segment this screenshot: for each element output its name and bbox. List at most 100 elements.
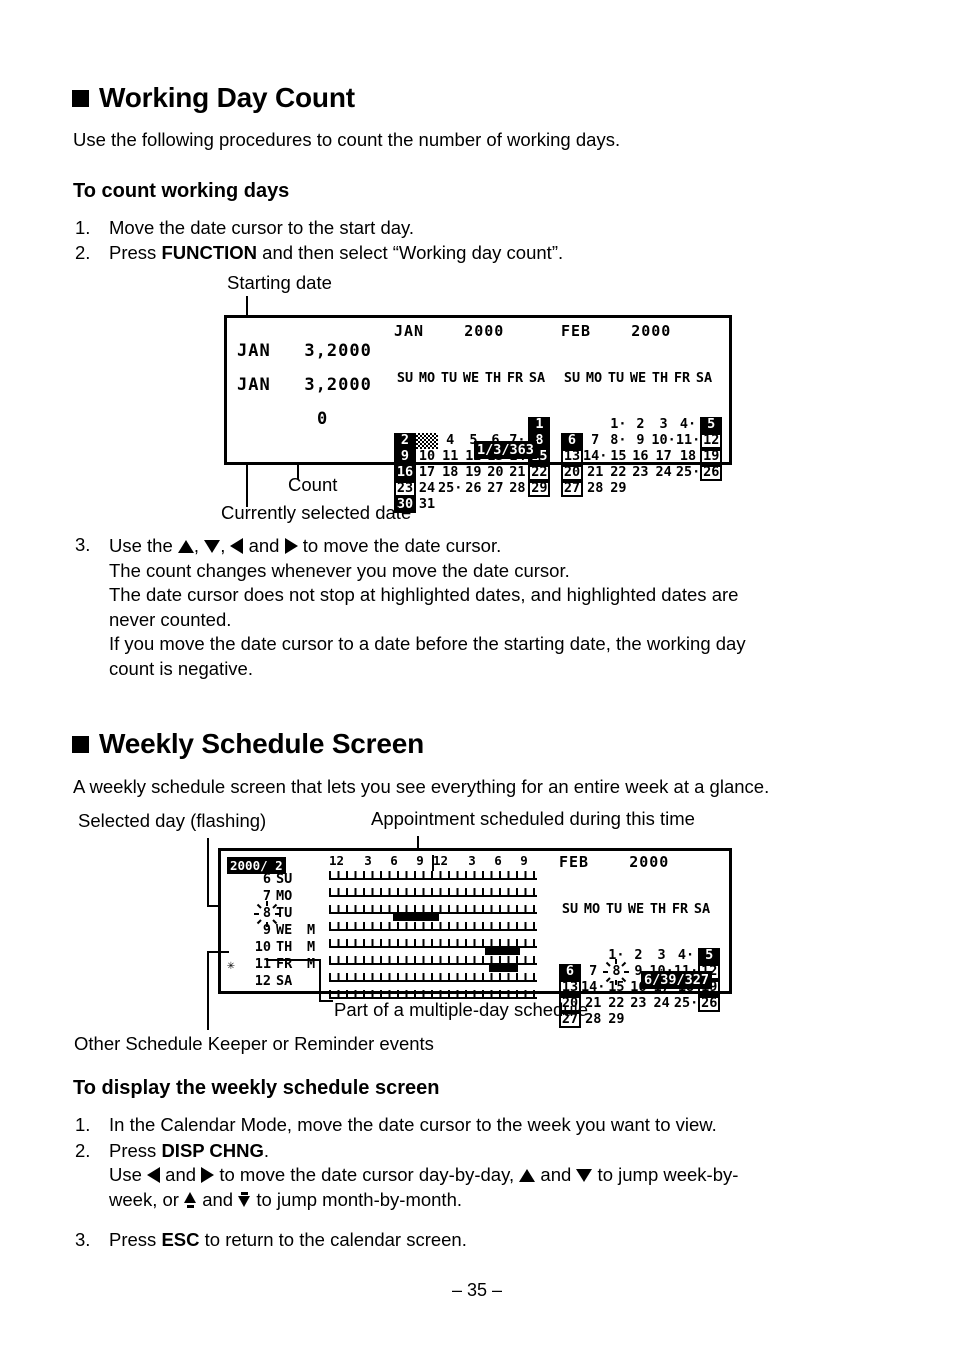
calendar-day-4[interactable]: 4· xyxy=(676,417,700,433)
calendar-day-29[interactable]: 29 xyxy=(607,481,629,497)
calendar-day-23[interactable]: 23 xyxy=(394,481,416,497)
calendar-day-5[interactable]: 5 xyxy=(700,417,723,433)
lcd2-schedule-row[interactable] xyxy=(329,973,537,990)
calendar-day-2[interactable]: 2 xyxy=(629,417,651,433)
section1-intro: Use the following procedures to count th… xyxy=(73,129,621,150)
calendar-day-22[interactable]: 22 xyxy=(528,465,551,481)
lcd2-day-row[interactable]: 7 MO xyxy=(227,888,327,905)
calendar-day-19[interactable]: 19 xyxy=(462,465,484,481)
lcd2-day-row[interactable]: 6 SU xyxy=(227,871,327,888)
calendar-day-25[interactable]: 25· xyxy=(438,481,462,497)
lcd2-day-row[interactable]: 10 TH M xyxy=(227,939,327,956)
calendar-day-1[interactable]: 1· xyxy=(605,948,627,964)
calendar-day-16[interactable]: 16 xyxy=(629,449,651,465)
callout-appointment: Appointment scheduled during this time xyxy=(371,808,695,829)
calendar-day-21[interactable]: 21 xyxy=(583,465,607,481)
lcd1-count-value: 0 xyxy=(317,409,328,429)
calendar-day-empty xyxy=(649,1012,673,1028)
calendar-day-17[interactable]: 17 xyxy=(416,465,438,481)
calendar-day-1[interactable]: 1 xyxy=(528,417,551,433)
calendar-day-14[interactable]: 14· xyxy=(583,449,607,465)
calendar-day-3[interactable]: 3 xyxy=(651,417,675,433)
calendar-day-18[interactable]: 18 xyxy=(438,465,462,481)
calendar-day-13[interactable]: 13 xyxy=(561,449,583,465)
calendar-day-2[interactable]: 2 xyxy=(627,948,649,964)
calendar-day-21[interactable]: 21 xyxy=(506,465,528,481)
calendar-day-22[interactable]: 22 xyxy=(607,465,629,481)
calendar-day-26[interactable]: 26 xyxy=(462,481,484,497)
calendar-day-11[interactable]: 11 xyxy=(438,449,462,465)
calendar-day-15[interactable]: 15 xyxy=(605,980,627,996)
calendar-day-26[interactable]: 26 xyxy=(698,996,721,1012)
lcd2-schedule-row[interactable] xyxy=(329,956,537,973)
leader-line-selected-day-vertical xyxy=(207,838,209,906)
calendar-day-22[interactable]: 22 xyxy=(605,996,627,1012)
lcd2-schedule-row[interactable] xyxy=(329,905,537,922)
calendar-day-25[interactable]: 25· xyxy=(676,465,700,481)
calendar-day-24[interactable]: 24 xyxy=(651,465,675,481)
calendar-day-7[interactable]: 7 xyxy=(581,964,605,980)
calendar-day-1[interactable]: 1· xyxy=(607,417,629,433)
lcd2-schedule-row[interactable] xyxy=(329,922,537,939)
calendar-day-20[interactable]: 20 xyxy=(484,465,506,481)
calendar-day-10[interactable]: 10· xyxy=(651,433,675,449)
lcd2-schedule-row[interactable] xyxy=(329,888,537,905)
step-item: 3. Press ESC to return to the calendar s… xyxy=(75,1228,905,1253)
lcd2-day-row[interactable]: 12 SA xyxy=(227,973,327,990)
calendar-week-row: 1· 2 3 4· 5 xyxy=(559,948,721,964)
calendar-day-6[interactable]: 6 xyxy=(559,964,581,980)
lcd2-tick-marks xyxy=(329,922,537,929)
lcd1-jan-calendar: JAN 2000 SUMOTU WETHFR SA 1234567·891011… xyxy=(394,324,551,513)
section1-title: Working Day Count xyxy=(99,82,355,113)
calendar-day-10[interactable]: 10 xyxy=(416,449,438,465)
calendar-day-17[interactable]: 17 xyxy=(651,449,675,465)
calendar-day-31[interactable]: 31 xyxy=(416,497,438,513)
calendar-day-23[interactable]: 23 xyxy=(629,465,651,481)
lcd2-appointment-bar[interactable] xyxy=(489,965,519,972)
calendar-day-12[interactable]: 12 xyxy=(700,433,723,449)
calendar-day-23[interactable]: 23 xyxy=(627,996,649,1012)
calendar-day-15[interactable]: 15 xyxy=(607,449,629,465)
calendar-day-14[interactable]: 14· xyxy=(581,980,605,996)
lcd2-schedule-row[interactable] xyxy=(329,871,537,888)
calendar-day-4[interactable]: 4· xyxy=(674,948,698,964)
calendar-day-28[interactable]: 28 xyxy=(506,481,528,497)
calendar-day-27[interactable]: 27 xyxy=(484,481,506,497)
calendar-day-24[interactable]: 24 xyxy=(416,481,438,497)
calendar-day-26[interactable]: 26 xyxy=(700,465,723,481)
lcd2-appointment-bar[interactable] xyxy=(393,914,440,921)
key-esc: ESC xyxy=(161,1229,200,1251)
calendar-day-3[interactable]: 3 xyxy=(416,433,438,449)
calendar-day-29[interactable]: 29 xyxy=(528,481,551,497)
step3-line2: The count changes whenever you move the … xyxy=(109,559,570,581)
lcd2-day-row[interactable]: 8 TU xyxy=(227,900,327,927)
calendar-day-8[interactable]: 8· xyxy=(607,433,629,449)
calendar-day-24[interactable]: 24 xyxy=(649,996,673,1012)
lcd2-schedule-row[interactable] xyxy=(329,939,537,956)
calendar-day-9[interactable]: 9 xyxy=(394,449,416,465)
calendar-day-3[interactable]: 3 xyxy=(649,948,673,964)
calendar-day-19[interactable]: 19 xyxy=(700,449,723,465)
lcd2-feb-dow-header: SU MO TU WE TH FR SA xyxy=(561,901,711,918)
calendar-day-6[interactable]: 6 xyxy=(561,433,583,449)
calendar-week-row: 20 21 22 23 24 25· 26 xyxy=(561,465,723,481)
bullet-square-icon xyxy=(72,89,89,107)
calendar-day-2[interactable]: 2 xyxy=(394,433,416,449)
calendar-day-18[interactable]: 18 xyxy=(676,449,700,465)
calendar-day-9[interactable]: 9 xyxy=(629,433,651,449)
calendar-day-8[interactable]: 8 xyxy=(603,959,630,985)
calendar-day-5[interactable]: 5 xyxy=(698,948,721,964)
calendar-day-7[interactable]: 7 xyxy=(583,433,607,449)
calendar-day-28[interactable]: 28 xyxy=(583,481,607,497)
calendar-day-20[interactable]: 20 xyxy=(561,465,583,481)
lcd2-day-row[interactable]: 9 WE M xyxy=(227,922,327,939)
calendar-day-16[interactable]: 16 xyxy=(394,465,416,481)
calendar-day-29[interactable]: 29 xyxy=(605,1012,627,1028)
calendar-day-11[interactable]: 11· xyxy=(676,433,700,449)
calendar-day-27[interactable]: 27 xyxy=(561,481,583,497)
calendar-week-row: 1 xyxy=(394,417,551,433)
calendar-day-13[interactable]: 13 xyxy=(559,980,581,996)
calendar-day-4[interactable]: 4 xyxy=(438,433,462,449)
lcd2-appointment-bar[interactable] xyxy=(485,948,521,955)
calendar-day-25[interactable]: 25· xyxy=(674,996,698,1012)
